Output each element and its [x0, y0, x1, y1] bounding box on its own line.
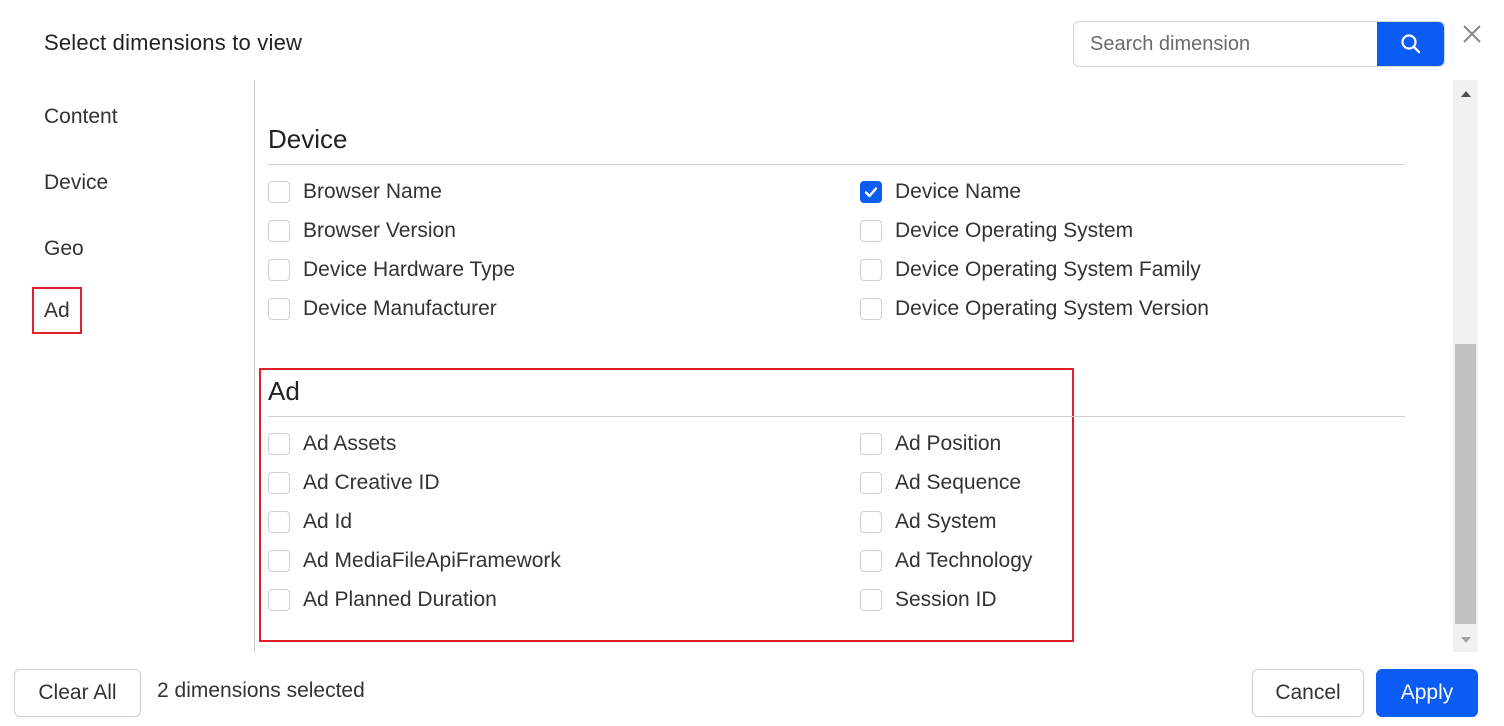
checkbox-box[interactable]: [860, 220, 882, 242]
checkbox-label: Device Operating System: [895, 219, 1134, 242]
checkbox-label: Ad MediaFileApiFramework: [303, 549, 561, 572]
checkbox-label: Ad Id: [303, 510, 353, 533]
checkbox-device-manufacturer[interactable]: Device Manufacturer: [268, 296, 497, 322]
section-title-ad: Ad: [268, 376, 300, 406]
checkbox-box[interactable]: [860, 511, 882, 533]
scroll-down-button[interactable]: [1453, 630, 1478, 650]
checkbox-box[interactable]: [860, 433, 882, 455]
checkbox-device-operating-system[interactable]: Device Operating System: [860, 218, 1133, 244]
checkbox-browser-version[interactable]: Browser Version: [268, 218, 456, 244]
checkbox-label: Ad Sequence: [895, 471, 1022, 494]
checkbox-box[interactable]: [268, 298, 290, 320]
checkbox-label: Ad Planned Duration: [303, 588, 497, 611]
checkbox-ad-planned-duration[interactable]: Ad Planned Duration: [268, 587, 497, 613]
checkbox-box[interactable]: [268, 511, 290, 533]
checkbox-label: Device Name: [895, 180, 1022, 203]
checkbox-box[interactable]: [860, 298, 882, 320]
checkbox-box[interactable]: [268, 259, 290, 281]
checkbox-ad-assets[interactable]: Ad Assets: [268, 431, 396, 457]
checkbox-session-id[interactable]: Session ID: [860, 587, 997, 613]
section-divider: [268, 164, 1405, 165]
sidebar-item-device[interactable]: Device: [44, 171, 108, 195]
checkbox-box[interactable]: [268, 433, 290, 455]
apply-button[interactable]: Apply: [1376, 669, 1478, 717]
search-input[interactable]: [1074, 22, 1379, 66]
checkbox-browser-name[interactable]: Browser Name: [268, 179, 442, 205]
search-button[interactable]: [1377, 22, 1444, 66]
checkbox-device-hardware-type[interactable]: Device Hardware Type: [268, 257, 515, 283]
checkbox-label: Ad Assets: [303, 432, 397, 455]
sidebar-item-content[interactable]: Content: [44, 105, 118, 129]
clear-all-button[interactable]: Clear All: [14, 669, 141, 717]
sidebar-item-geo[interactable]: Geo: [44, 237, 84, 261]
cancel-button[interactable]: Cancel: [1252, 669, 1364, 717]
checkbox-label: Ad Technology: [895, 549, 1033, 572]
checkbox-label: Session ID: [895, 588, 997, 611]
checkbox-box[interactable]: [268, 220, 290, 242]
scrollbar-thumb[interactable]: [1455, 344, 1476, 624]
checkbox-ad-mediafile-api-framework[interactable]: Ad MediaFileApiFramework: [268, 548, 561, 574]
selection-status: 2 dimensions selected: [157, 679, 365, 702]
checkbox-box[interactable]: [860, 550, 882, 572]
category-sidebar: Content Device Geo Ad: [0, 80, 254, 652]
checkbox-label: Device Operating System Family: [895, 258, 1201, 281]
close-icon: [1463, 25, 1481, 43]
checkbox-ad-id[interactable]: Ad Id: [268, 509, 352, 535]
checkbox-label: Ad Position: [895, 432, 1002, 455]
checkbox-label: Device Manufacturer: [303, 297, 497, 320]
checkbox-label: Ad Creative ID: [303, 471, 440, 494]
checkbox-device-os-family[interactable]: Device Operating System Family: [860, 257, 1201, 283]
checkbox-box[interactable]: [268, 550, 290, 572]
dialog-title: Select dimensions to view: [44, 30, 303, 55]
checkbox-label: Device Hardware Type: [303, 258, 516, 281]
sidebar-item-ad[interactable]: Ad: [32, 287, 82, 334]
triangle-up-icon: [1460, 91, 1471, 97]
checkbox-ad-position[interactable]: Ad Position: [860, 431, 1001, 457]
scrollbar[interactable]: [1453, 80, 1478, 652]
section-divider: [268, 416, 1405, 417]
checkbox-ad-sequence[interactable]: Ad Sequence: [860, 470, 1021, 496]
search-box: [1073, 21, 1445, 67]
checkbox-ad-creative-id[interactable]: Ad Creative ID: [268, 470, 440, 496]
scroll-up-button[interactable]: [1453, 84, 1478, 104]
checkbox-device-os-version[interactable]: Device Operating System Version: [860, 296, 1209, 322]
checkbox-label: Device Operating System Version: [895, 297, 1209, 320]
checkmark-icon: [864, 187, 878, 198]
checkbox-label: Browser Version: [303, 219, 456, 242]
section-title-device: Device: [268, 124, 348, 154]
checkbox-box[interactable]: [860, 589, 882, 611]
close-button[interactable]: [1460, 22, 1484, 46]
triangle-down-icon: [1460, 637, 1471, 643]
dimension-list: Device Browser Name Browser Version Devi…: [255, 80, 1450, 652]
checkbox-label: Ad System: [895, 510, 997, 533]
checkbox-box[interactable]: [860, 259, 882, 281]
checkbox-ad-system[interactable]: Ad System: [860, 509, 997, 535]
checkbox-box-checked[interactable]: [860, 181, 882, 203]
checkbox-box[interactable]: [860, 472, 882, 494]
search-icon: [1400, 34, 1420, 54]
checkbox-box[interactable]: [268, 472, 290, 494]
checkbox-box[interactable]: [268, 589, 290, 611]
checkbox-label: Browser Name: [303, 180, 442, 203]
checkbox-ad-technology[interactable]: Ad Technology: [860, 548, 1032, 574]
checkbox-device-name[interactable]: Device Name: [860, 179, 1021, 205]
checkbox-box[interactable]: [268, 181, 290, 203]
